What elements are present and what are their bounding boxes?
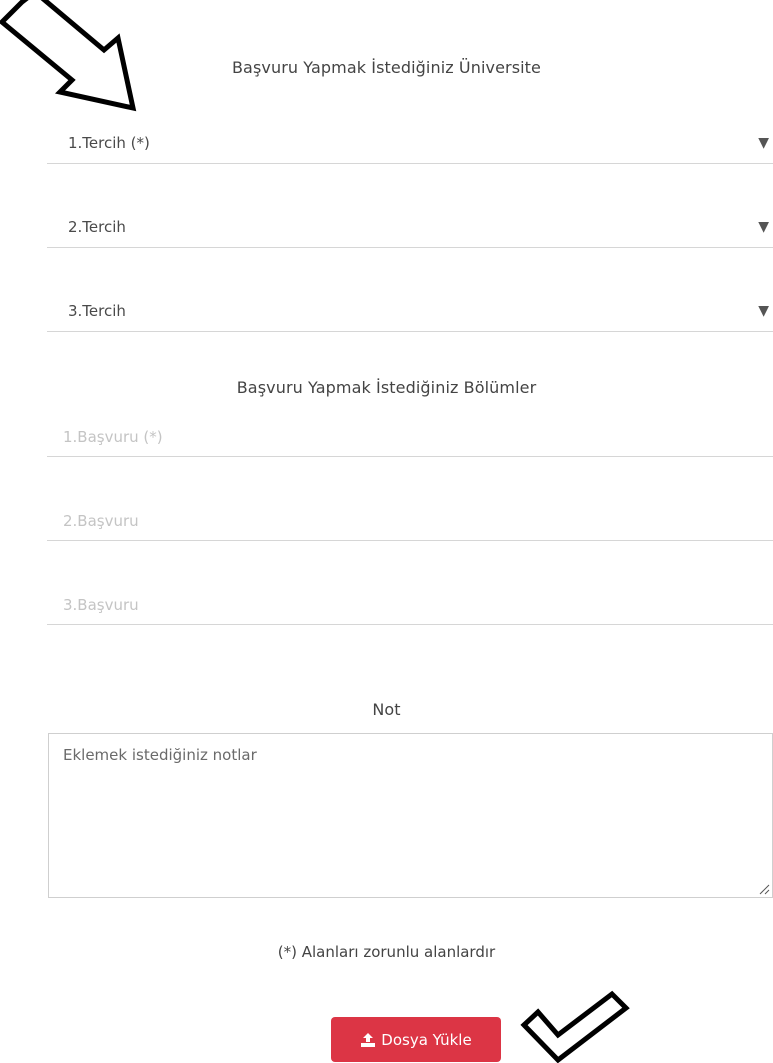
department-field-1-input[interactable] [63, 425, 753, 449]
upload-file-button-label: Dosya Yükle [381, 1030, 472, 1049]
annotation-checkmark-icon [520, 990, 630, 1063]
department-field-1-row [47, 417, 773, 457]
note-textarea[interactable] [49, 734, 772, 897]
university-choice-2-select[interactable]: 2.Tercih ▼ [47, 208, 773, 248]
university-choice-1-select[interactable]: 1.Tercih (*) ▼ [47, 124, 773, 164]
resize-grip-icon[interactable] [758, 883, 770, 895]
upload-file-button[interactable]: Dosya Yükle [331, 1017, 501, 1062]
department-field-2-row [47, 501, 773, 541]
department-section-title: Başvuru Yapmak İstediğiniz Bölümler [236, 378, 537, 397]
department-field-3-row [47, 585, 773, 625]
department-field-2-input[interactable] [63, 509, 753, 533]
upload-icon [361, 1032, 376, 1047]
chevron-down-icon: ▼ [758, 135, 769, 151]
note-section-title: Not [372, 700, 401, 719]
university-section-title: Başvuru Yapmak İstediğiniz Üniversite [231, 58, 542, 77]
department-field-3-input[interactable] [63, 593, 753, 617]
university-choice-3-select[interactable]: 3.Tercih ▼ [47, 292, 773, 332]
chevron-down-icon: ▼ [758, 303, 769, 319]
university-choice-2-label: 2.Tercih [68, 218, 126, 236]
required-fields-note: (*) Alanları zorunlu alanlardır [277, 943, 496, 961]
note-textarea-container [48, 733, 773, 898]
chevron-down-icon: ▼ [758, 219, 769, 235]
university-choice-3-label: 3.Tercih [68, 302, 126, 320]
university-choice-1-label: 1.Tercih (*) [68, 134, 150, 152]
